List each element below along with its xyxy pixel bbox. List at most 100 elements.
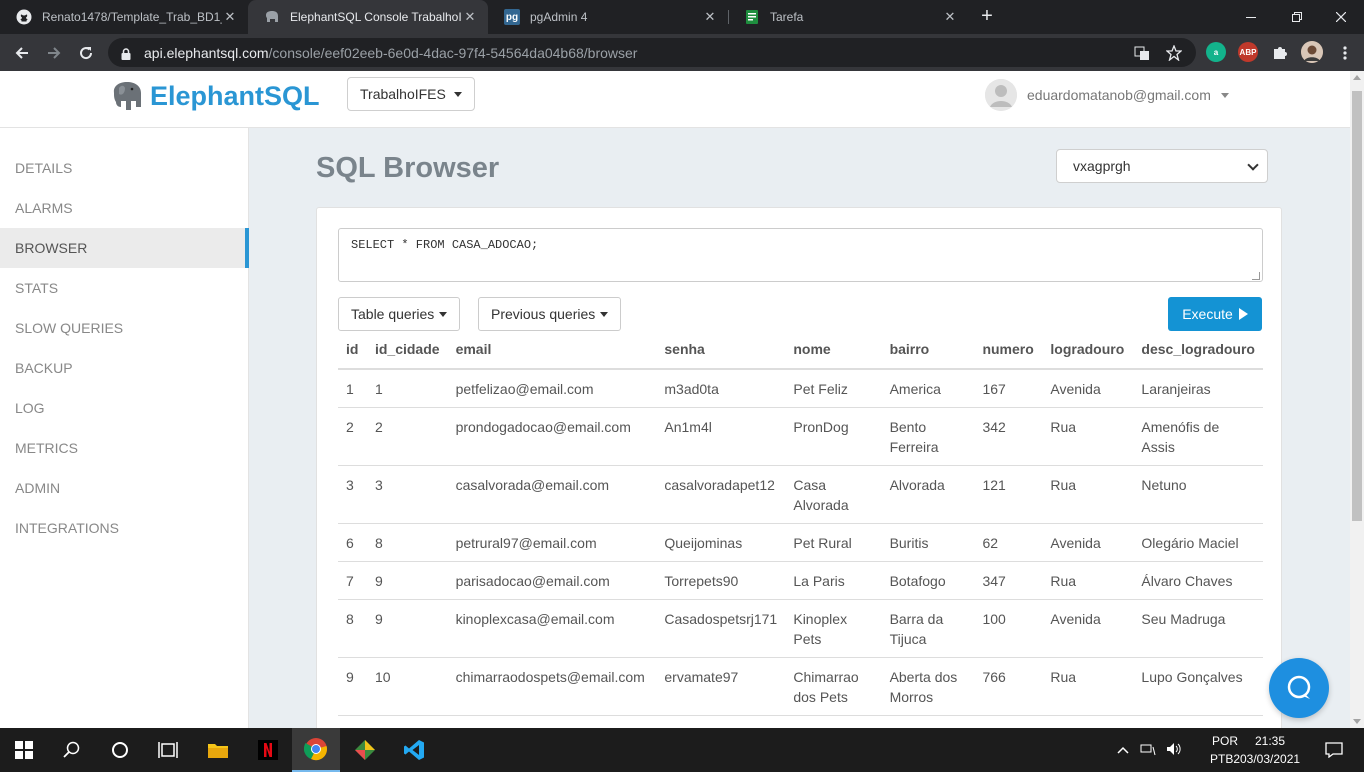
previous-queries-button[interactable]: Previous queries [478, 297, 622, 331]
lock-icon [120, 47, 132, 60]
cell-id: 2 [338, 407, 367, 466]
close-icon[interactable]: ✕ [222, 9, 238, 25]
minimize-icon[interactable] [1228, 0, 1274, 34]
bookmark-star-icon[interactable] [1166, 45, 1182, 61]
resize-handle-icon[interactable] [1252, 272, 1260, 280]
chat-icon [1287, 675, 1311, 699]
column-header: email [447, 339, 657, 370]
scroll-up-icon[interactable] [1353, 75, 1361, 80]
tab-tarefa[interactable]: Tarefa ✕ [728, 0, 968, 34]
sidebar-item-alarms[interactable]: ALARMS [0, 188, 249, 228]
column-header: id_cidade [366, 339, 448, 370]
adblock-icon[interactable]: ABP [1238, 42, 1258, 62]
table-row: 9 10 chimarraodospets@email.com ervamate… [338, 657, 1263, 716]
cell-id-cidade: 9 [366, 561, 448, 600]
tab-github[interactable]: Renato1478/Template_Trab_BD1_ ✕ [0, 0, 248, 34]
table-queries-button[interactable]: Table queries [338, 297, 461, 331]
cell-bairro: America [881, 369, 975, 408]
back-icon[interactable] [9, 40, 35, 66]
cell-id-cidade: 10 [366, 657, 448, 716]
restore-icon[interactable] [1274, 0, 1320, 34]
input-language[interactable]: POR PTB2 [1208, 732, 1242, 768]
clock-date: 03/03/2021 [1240, 752, 1301, 766]
chrome-icon[interactable] [292, 728, 340, 772]
instance-dropdown[interactable]: TrabalhoIFES [347, 77, 475, 111]
more-menu-icon[interactable] [1332, 40, 1358, 66]
previous-queries-label: Previous queries [491, 306, 596, 322]
tray-chevron-up-icon[interactable] [1115, 743, 1131, 757]
execute-button[interactable]: Execute [1168, 297, 1262, 331]
tab-title: Tarefa [770, 10, 804, 24]
pgadmin-icon: pg [504, 9, 520, 25]
table-header-row: id id_cidade email senha nome bairro num… [338, 339, 1263, 370]
sidebar-item-details[interactable]: DETAILS [0, 148, 249, 188]
database-select[interactable]: vxagprgh [1056, 149, 1268, 183]
netflix-icon[interactable] [244, 728, 292, 772]
cortana-icon[interactable] [96, 728, 144, 772]
cell-id: 6 [338, 523, 367, 562]
address-bar[interactable]: api.elephantsql.com /console/eef02eeb-6e… [108, 38, 1196, 67]
sql-panel: SELECT * FROM CASA_ADOCAO; Table queries… [316, 207, 1282, 728]
windows-start-icon[interactable] [0, 728, 48, 772]
new-tab-icon[interactable]: + [977, 6, 997, 26]
search-icon[interactable] [48, 728, 96, 772]
logo[interactable]: ElephantSQL [110, 79, 320, 113]
window-close-icon[interactable] [1318, 0, 1364, 34]
translate-icon[interactable] [1134, 45, 1150, 61]
cell-id-cidade: 3 [366, 465, 448, 524]
table-row: 8 9 kinoplexcasa@email.com Casadospetsrj… [338, 599, 1263, 658]
site-header: ElephantSQL TrabalhoIFES eduardomatanob@… [0, 71, 1350, 128]
extensions-puzzle-icon[interactable] [1270, 42, 1290, 62]
close-icon[interactable]: ✕ [462, 9, 478, 25]
windows-taskbar: POR PTB2 21:35 03/03/2021 [0, 728, 1364, 772]
sidebar-item-browser[interactable]: BROWSER [0, 228, 249, 268]
cell-email: petfelizao@email.com [447, 369, 657, 408]
sidebar-item-integrations[interactable]: INTEGRATIONS [0, 508, 249, 548]
github-icon [16, 9, 32, 25]
cell-desc-logradouro: Seu Madruga [1133, 599, 1263, 658]
sidebar-item-log[interactable]: LOG [0, 388, 249, 428]
volume-icon[interactable] [1161, 742, 1187, 759]
close-icon[interactable]: ✕ [702, 9, 718, 25]
chat-support-button[interactable] [1269, 658, 1329, 718]
grammarly-icon[interactable]: a [1206, 42, 1226, 62]
tab-elephantsql[interactable]: ElephantSQL Console TrabalhoIFES ✕ [248, 0, 488, 34]
network-icon[interactable] [1135, 742, 1161, 759]
sidebar-item-stats[interactable]: STATS [0, 268, 249, 308]
brand-name: ElephantSQL [150, 80, 320, 111]
cell-email: casalvorada@email.com [447, 465, 657, 524]
sidebar-item-metrics[interactable]: METRICS [0, 428, 249, 468]
cell-numero: 62 [974, 523, 1043, 562]
query-textarea[interactable]: SELECT * FROM CASA_ADOCAO; [338, 228, 1263, 282]
notification-icon[interactable] [1310, 728, 1358, 772]
tab-pgadmin[interactable]: pg pgAdmin 4 ✕ [488, 0, 728, 34]
user-menu[interactable]: eduardomatanob@gmail.com [985, 79, 1229, 111]
caret-down-icon [1220, 92, 1229, 98]
task-view-icon[interactable] [144, 728, 192, 772]
clock[interactable]: 21:35 03/03/2021 [1240, 732, 1300, 768]
cell-desc-logradouro: Álvaro Chaves [1133, 561, 1263, 600]
sidebar-item-backup[interactable]: BACKUP [0, 348, 249, 388]
git-kraken-icon[interactable] [341, 728, 389, 772]
reload-icon[interactable] [73, 40, 99, 66]
sidebar-item-admin[interactable]: ADMIN [0, 468, 249, 508]
cell-nome: PronDog [785, 407, 882, 466]
close-icon[interactable]: ✕ [942, 9, 958, 25]
vscode-icon[interactable] [390, 728, 438, 772]
table-row: 7 9 parisadocao@email.com Torrepets90 La… [338, 561, 1263, 600]
browser-tab-bar: Renato1478/Template_Trab_BD1_ ✕ Elephant… [0, 0, 1364, 34]
sidebar-item-slow-queries[interactable]: SLOW QUERIES [0, 308, 249, 348]
cell-nome: Pet Feliz [785, 369, 882, 408]
table-row: 3 3 casalvorada@email.com casalvoradapet… [338, 465, 1263, 524]
cell-senha: Casadospetsrj171 [656, 599, 786, 658]
scroll-down-icon[interactable] [1353, 719, 1361, 724]
cell-id: 7 [338, 561, 367, 600]
page-scrollbar[interactable] [1350, 71, 1364, 728]
column-header: logradouro [1042, 339, 1134, 370]
forward-icon[interactable] [41, 40, 67, 66]
scrollbar-thumb[interactable] [1352, 91, 1362, 521]
profile-avatar-icon[interactable] [1301, 41, 1323, 63]
file-explorer-icon[interactable] [194, 728, 242, 772]
page: ElephantSQL TrabalhoIFES eduardomatanob@… [0, 71, 1350, 728]
cell-numero: 121 [974, 465, 1043, 524]
